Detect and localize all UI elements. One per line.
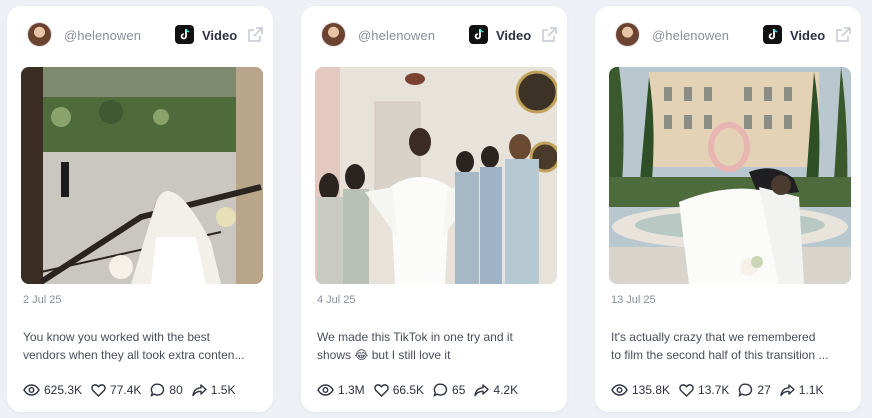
laughing-emoji: 😂 xyxy=(354,348,369,362)
post-date: 4 Jul 25 xyxy=(317,294,356,306)
comment-icon xyxy=(433,383,448,397)
post-caption: It's actually crazy that we remembered t… xyxy=(611,328,853,364)
views-stat: 625.3K xyxy=(23,383,82,397)
views-count: 1.3M xyxy=(338,383,365,397)
comments-stat: 27 xyxy=(738,383,771,397)
caption-line: to film the second half of this transiti… xyxy=(611,348,829,362)
caption-line: shows 😂 but I still love it xyxy=(317,346,559,364)
caption-text: but I still love it xyxy=(371,348,451,362)
eye-icon xyxy=(611,384,628,396)
video-thumbnail[interactable] xyxy=(21,67,263,284)
likes-count: 13.7K xyxy=(698,383,730,397)
post-stats: 135.8K 13.7K 27 1.1K xyxy=(611,382,832,398)
external-link-icon[interactable] xyxy=(246,26,264,44)
post-caption: We made this TikTok in one try and it sh… xyxy=(317,328,559,364)
views-stat: 1.3M xyxy=(317,383,365,397)
views-count: 135.8K xyxy=(632,383,671,397)
media-type-label: Video xyxy=(202,28,238,43)
post-stats: 1.3M 66.5K 65 4.2K xyxy=(317,382,527,398)
likes-count: 77.4K xyxy=(110,383,142,397)
username[interactable]: @helenowen xyxy=(358,28,435,43)
heart-icon xyxy=(679,383,694,397)
heart-icon xyxy=(373,383,389,397)
share-icon xyxy=(780,383,795,396)
avatar xyxy=(615,22,640,47)
media-type-label: Video xyxy=(496,28,532,43)
tiktok-icon xyxy=(469,25,488,44)
username[interactable]: @helenowen xyxy=(652,28,729,43)
shares-count: 1.1K xyxy=(798,383,824,397)
external-link-icon[interactable] xyxy=(834,26,852,44)
post-date: 13 Jul 25 xyxy=(611,294,656,306)
caption-line: vendors when they all took extra conten.… xyxy=(23,348,245,362)
share-icon xyxy=(474,383,490,396)
tiktok-icon xyxy=(175,25,194,44)
likes-count: 66.5K xyxy=(392,383,425,397)
caption-line: We made this TikTok in one try and it xyxy=(317,330,513,344)
post-stats: 625.3K 77.4K 80 1.5K xyxy=(23,382,244,398)
comments-stat: 80 xyxy=(150,383,183,397)
comments-count: 27 xyxy=(757,383,771,397)
eye-icon xyxy=(23,384,40,396)
video-thumbnail[interactable] xyxy=(609,67,851,284)
likes-stat: 66.5K xyxy=(373,383,425,397)
shares-count: 1.5K xyxy=(210,383,236,397)
video-thumbnail[interactable] xyxy=(315,67,557,284)
views-count: 625.3K xyxy=(44,383,83,397)
media-type-label: Video xyxy=(790,28,826,43)
external-link-icon[interactable] xyxy=(540,26,558,44)
username[interactable]: @helenowen xyxy=(64,28,141,43)
comment-icon xyxy=(150,383,165,397)
comments-stat: 65 xyxy=(433,383,465,397)
likes-stat: 77.4K xyxy=(91,383,141,397)
shares-stat: 1.1K xyxy=(780,383,824,397)
shares-stat: 4.2K xyxy=(474,383,518,397)
likes-stat: 13.7K xyxy=(679,383,729,397)
shares-stat: 1.5K xyxy=(192,383,236,397)
avatar xyxy=(321,22,346,47)
post-card-1[interactable]: @helenowen Video 2 Jul 25 You know you w… xyxy=(7,6,273,412)
post-date: 2 Jul 25 xyxy=(23,294,62,306)
post-card-2[interactable]: @helenowen Video 4 Jul 25 We made this T… xyxy=(301,6,567,412)
caption-line: It's actually crazy that we remembered xyxy=(611,330,816,344)
card-header: @helenowen Video xyxy=(7,6,273,66)
eye-icon xyxy=(317,384,334,396)
caption-text: shows xyxy=(317,348,352,362)
post-card-3[interactable]: @helenowen Video 13 Jul 25 It's actually… xyxy=(595,6,861,412)
views-stat: 135.8K xyxy=(611,383,670,397)
share-icon xyxy=(192,383,207,396)
card-header: @helenowen Video xyxy=(595,6,861,66)
tiktok-icon xyxy=(763,25,782,44)
heart-icon xyxy=(91,383,106,397)
avatar xyxy=(27,22,52,47)
post-caption: You know you worked with the best vendor… xyxy=(23,328,265,364)
comments-count: 80 xyxy=(169,383,183,397)
shares-count: 4.2K xyxy=(493,383,519,397)
caption-line: You know you worked with the best xyxy=(23,330,211,344)
comments-count: 65 xyxy=(452,383,466,397)
card-header: @helenowen Video xyxy=(301,6,567,66)
comment-icon xyxy=(738,383,753,397)
